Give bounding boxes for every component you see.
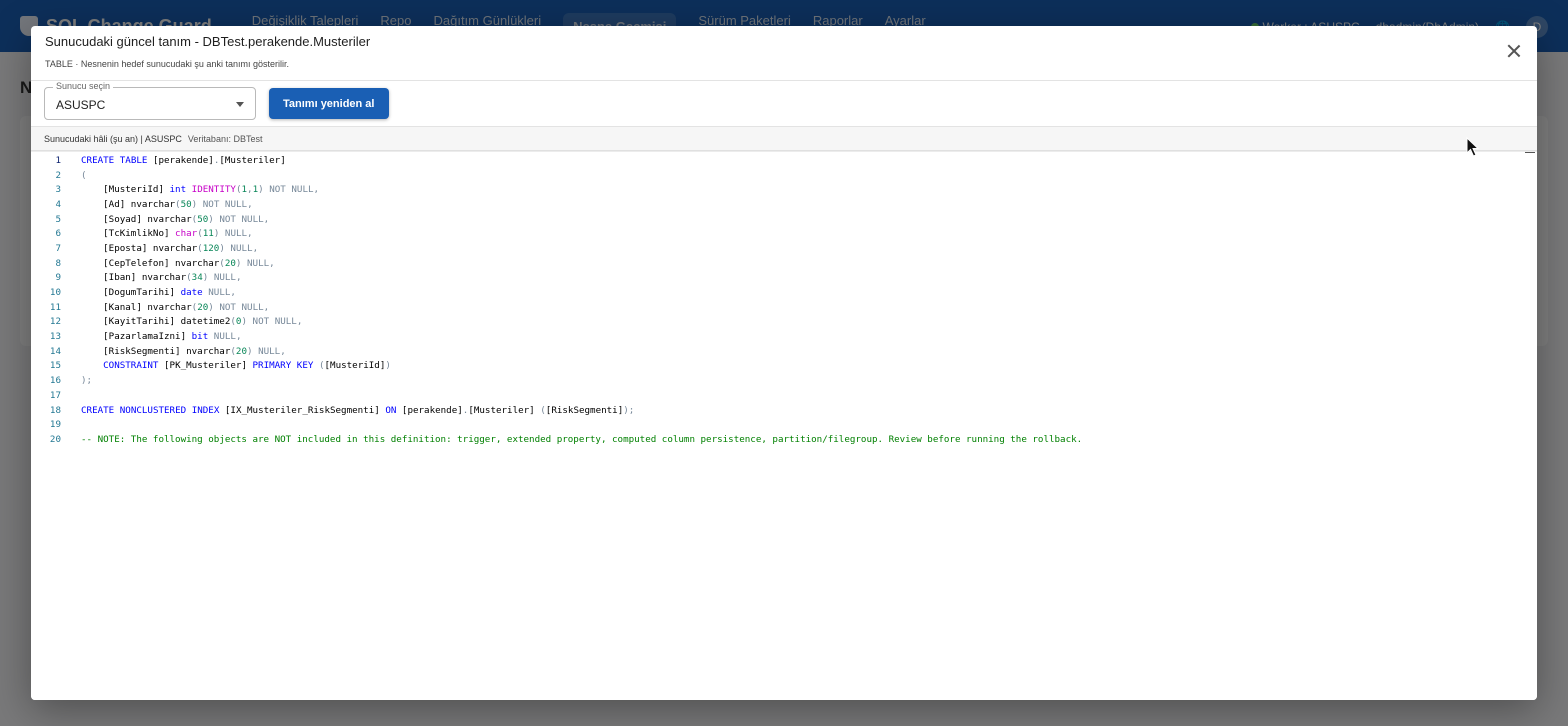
code-line: 7 [Eposta] nvarchar(120) NULL, [31,241,1537,256]
code-line: 12 [KayitTarihi] datetime2(0) NOT NULL, [31,315,1537,330]
code-line: 9 [Iban] nvarchar(34) NULL, [31,271,1537,286]
line-text: [TcKimlikNo] char(11) NULL, [81,228,253,240]
line-number: 20 [49,433,61,445]
code-line: 17 [31,388,1537,403]
line-number: 8 [55,257,61,269]
line-number: 6 [55,228,61,240]
code-line: 19 [31,417,1537,432]
source-info: Sunucudaki hâli (şu an) | ASUSPC [44,133,182,144]
dialog-header: Sunucudaki güncel tanım - DBTest.peraken… [31,26,1537,81]
line-text: [DogumTarihi] date NULL, [81,287,236,299]
scrollbar-marker [1525,152,1535,153]
line-text: CONSTRAINT [PK_Musteriler] PRIMARY KEY (… [103,360,391,372]
code-line: 20 -- NOTE: The following objects are NOT… [31,432,1537,447]
line-text: ); [81,375,93,387]
code-line: 8 [CepTelefon] nvarchar(20) NULL, [31,256,1537,271]
dialog-title: Sunucudaki güncel tanım - DBTest.peraken… [45,34,371,49]
line-text: [CepTelefon] nvarchar(20) NULL, [81,257,275,269]
line-number: 4 [55,198,61,210]
line-text: [MusteriId] int IDENTITY(1,1) NOT NULL, [81,184,320,196]
line-text: [Kanal] nvarchar(20) NOT NULL, [81,301,270,313]
reload-definition-button[interactable]: Tanımı yeniden al [269,88,389,119]
code-line: 10 [DogumTarihi] date NULL, [31,285,1537,300]
line-number: 7 [55,242,61,254]
code-line: 11 [Kanal] nvarchar(20) NOT NULL, [31,300,1537,315]
code-line: 3 [MusteriId] int IDENTITY(1,1) NOT NULL… [31,182,1537,197]
close-icon[interactable] [1507,44,1521,58]
line-number: 13 [49,331,61,343]
server-select-label: Sunucu seçin [53,81,114,91]
line-number: 12 [49,316,61,328]
line-number: 2 [55,169,61,181]
line-number: 3 [55,184,61,196]
server-select[interactable]: Sunucu seçin ASUSPC [44,81,256,120]
code-line: 1 CREATE TABLE [perakende].[Musteriler] [31,153,1537,168]
code-line: 5 [Soyad] nvarchar(50) NOT NULL, [31,212,1537,227]
line-number: 19 [49,419,61,431]
dialog-toolbar: Sunucu seçin ASUSPC Tanımı yeniden al [31,81,1537,127]
line-number: 9 [55,272,61,284]
line-text: [Soyad] nvarchar(50) NOT NULL, [81,213,270,225]
code-line: 4 [Ad] nvarchar(50) NOT NULL, [31,197,1537,212]
line-number: 14 [49,345,61,357]
dialog-subtitle: TABLE · Nesnenin hedef sunucudaki şu ank… [45,59,289,69]
line-number: 17 [49,389,61,401]
line-number: 1 [55,154,61,166]
line-number: 5 [55,213,61,225]
line-text: [KayitTarihi] datetime2(0) NOT NULL, [81,316,303,328]
line-text: [Iban] nvarchar(34) NULL, [81,272,242,284]
code-line: 16); [31,373,1537,388]
code-line: 13 [PazarlamaIzni] bit NULL, [31,329,1537,344]
chevron-down-icon [236,102,244,107]
server-select-value: ASUSPC [56,98,106,112]
line-text: [PazarlamaIzni] bit NULL, [81,331,242,343]
line-number: 15 [49,360,61,372]
code-line: 18 CREATE NONCLUSTERED INDEX [IX_Musteril… [31,403,1537,418]
code-line: 15 CONSTRAINT [PK_Musteriler] PRIMARY KE… [31,359,1537,374]
database-info: Veritabanı: DBTest [187,133,263,144]
line-text: [RiskSegmenti] nvarchar(20) NULL, [81,345,286,357]
line-text: CREATE NONCLUSTERED INDEX [IX_Musteriler… [81,404,635,416]
line-number: 18 [49,404,61,416]
line-number: 10 [49,287,61,299]
code-line: 14 [RiskSegmenti] nvarchar(20) NULL, [31,344,1537,359]
line-text: CREATE TABLE [perakende].[Musteriler] [81,154,286,166]
line-number: 16 [49,375,61,387]
code-lines: 1 CREATE TABLE [perakende].[Musteriler] 2(… [31,152,1537,447]
line-text: [Eposta] nvarchar(120) NULL, [81,242,259,254]
definition-dialog: Sunucudaki güncel tanım - DBTest.peraken… [31,26,1537,700]
line-text: -- NOTE: The following objects are NOT i… [81,433,1083,445]
line-text: ( [81,169,87,181]
code-editor[interactable]: 1 CREATE TABLE [perakende].[Musteriler] 2(… [31,151,1537,700]
code-line: 6 [TcKimlikNo] char(11) NULL, [31,226,1537,241]
line-text: [Ad] nvarchar(50) NOT NULL, [81,198,253,210]
code-line: 2( [31,168,1537,183]
source-info-bar: Sunucudaki hâli (şu an) | ASUSPC Veritab… [31,127,1537,151]
line-number: 11 [49,301,61,313]
